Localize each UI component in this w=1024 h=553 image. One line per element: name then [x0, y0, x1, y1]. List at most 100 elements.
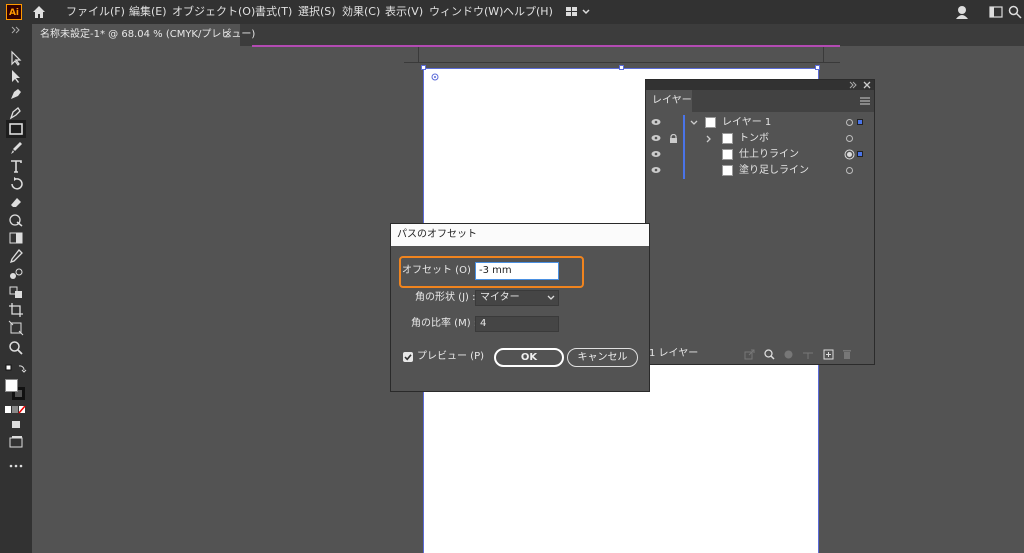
- layer-row[interactable]: トンボ: [646, 131, 874, 147]
- corner-label: 角の形状 (J) :: [415, 292, 476, 303]
- expand-chevron-right-icon[interactable]: [706, 135, 712, 143]
- locate-object-icon[interactable]: [764, 349, 775, 360]
- selection-indicator: [857, 119, 863, 125]
- warp-tool-icon[interactable]: [8, 212, 24, 228]
- menu-object[interactable]: オブジェクト(O): [172, 0, 255, 24]
- home-icon[interactable]: [31, 4, 47, 20]
- curvature-tool-icon[interactable]: [8, 104, 24, 120]
- layer-name: レイヤー 1: [722, 117, 772, 128]
- layer-count: 1 レイヤー: [649, 348, 699, 359]
- pen-tool-icon[interactable]: [8, 86, 24, 102]
- default-colors-icon[interactable]: [5, 364, 27, 374]
- offset-path-dialog: パスのオフセット オフセット (O) : -3 mm 角の形状 (J) : マイ…: [390, 223, 650, 392]
- fill-color-swatch[interactable]: [5, 379, 18, 392]
- offset-input[interactable]: -3 mm: [475, 262, 559, 280]
- workspace-switcher-icon[interactable]: [565, 5, 593, 22]
- document-tab-label: 名称未設定-1* @ 68.04 % (CMYK/プレビュー): [40, 29, 256, 40]
- draw-mode-icon[interactable]: [8, 416, 24, 432]
- checkmark-icon: [404, 354, 412, 361]
- corner-select[interactable]: マイター: [475, 290, 559, 306]
- bounding-box-handle[interactable]: [815, 65, 820, 70]
- collapse-panel-icon[interactable]: [849, 81, 857, 89]
- delete-layer-icon[interactable]: [842, 349, 852, 360]
- menu-type[interactable]: 書式(T): [255, 0, 292, 24]
- artboard-tool-icon[interactable]: [8, 302, 24, 318]
- layer-thumbnail: [722, 165, 733, 176]
- preview-checkbox[interactable]: [403, 352, 413, 362]
- lock-icon[interactable]: [669, 134, 678, 144]
- new-sublayer-icon[interactable]: [802, 349, 814, 360]
- center-point-icon: [431, 73, 439, 81]
- visibility-eye-icon[interactable]: [651, 118, 661, 126]
- close-panel-icon[interactable]: [863, 81, 871, 89]
- target-selected-icon[interactable]: [844, 149, 855, 160]
- bounding-box-handle[interactable]: [619, 65, 624, 70]
- target-circle-icon[interactable]: [846, 135, 853, 142]
- visibility-eye-icon[interactable]: [651, 134, 661, 142]
- more-tools-icon[interactable]: [8, 458, 24, 474]
- tools-panel: [0, 24, 32, 553]
- menu-effect[interactable]: 効果(C): [342, 0, 380, 24]
- selection-guide-line: [252, 45, 840, 47]
- layer-thumbnail: [722, 149, 733, 160]
- document-tab[interactable]: 名称未設定-1* @ 68.04 % (CMYK/プレビュー) ×: [32, 24, 255, 46]
- miter-label: 角の比率 (M) :: [411, 318, 478, 329]
- blend-tool-icon[interactable]: [8, 266, 24, 282]
- target-circle-icon[interactable]: [846, 167, 853, 174]
- panel-menu-icon[interactable]: [860, 97, 870, 105]
- cancel-button[interactable]: キャンセル: [567, 348, 638, 367]
- export-icon[interactable]: [744, 349, 755, 360]
- layer-color-bar: [683, 115, 685, 131]
- gradient-tool-icon[interactable]: [8, 230, 24, 246]
- collapse-panel-icon[interactable]: [11, 26, 21, 34]
- perspective-tool-icon[interactable]: [8, 320, 24, 336]
- target-circle-icon[interactable]: [846, 119, 853, 126]
- visibility-eye-icon[interactable]: [651, 150, 661, 158]
- tab-layers[interactable]: レイヤー: [646, 90, 692, 112]
- eraser-tool-icon[interactable]: [8, 194, 24, 210]
- layer-thumbnail: [722, 133, 733, 144]
- trim-mark-right: [823, 47, 824, 63]
- rectangle-tool-icon[interactable]: [8, 121, 24, 137]
- layers-panel-footer: 1 レイヤー: [646, 344, 874, 364]
- expand-chevron-down-icon[interactable]: [690, 120, 698, 126]
- menu-edit[interactable]: 編集(E): [129, 0, 167, 24]
- direct-selection-tool-icon[interactable]: [8, 50, 24, 66]
- layers-panel: レイヤー レイヤー 1 トンボ 仕上りライン 塗り足しライン 1 レイヤー: [645, 79, 875, 365]
- panel-tab-bar: レイヤー: [646, 90, 874, 112]
- rotate-tool-icon[interactable]: [8, 176, 24, 192]
- zoom-tool-icon[interactable]: [8, 340, 24, 356]
- ok-button[interactable]: OK: [494, 348, 564, 367]
- offset-label: オフセット (O) :: [402, 265, 478, 276]
- menu-help[interactable]: ヘルプ(H): [503, 0, 553, 24]
- panel-layout-icon[interactable]: [989, 5, 1003, 22]
- layer-name: 塗り足しライン: [739, 165, 809, 176]
- type-tool-icon[interactable]: [8, 158, 24, 174]
- close-tab-icon[interactable]: ×: [224, 24, 232, 46]
- layer-row[interactable]: 仕上りライン: [646, 147, 874, 163]
- paintbrush-tool-icon[interactable]: [8, 140, 24, 156]
- new-layer-icon[interactable]: [823, 349, 834, 360]
- layer-row[interactable]: 塗り足しライン: [646, 163, 874, 179]
- color-mode-icon[interactable]: [5, 406, 27, 414]
- shape-builder-tool-icon[interactable]: [8, 284, 24, 300]
- miter-limit-input[interactable]: 4: [475, 316, 559, 332]
- eyedropper-tool-icon[interactable]: [8, 248, 24, 264]
- dialog-title: パスのオフセット: [391, 224, 649, 246]
- screen-mode-icon[interactable]: [8, 434, 24, 450]
- visibility-eye-icon[interactable]: [651, 166, 661, 174]
- app-logo: Ai: [6, 4, 22, 20]
- layer-name: 仕上りライン: [739, 149, 799, 160]
- search-icon[interactable]: [1008, 5, 1022, 22]
- preview-label: プレビュー (P): [417, 351, 485, 362]
- menu-window[interactable]: ウィンドウ(W): [429, 0, 503, 24]
- layer-row[interactable]: レイヤー 1: [646, 115, 874, 131]
- clipping-mask-icon[interactable]: [783, 349, 794, 360]
- menu-file[interactable]: ファイル(F): [66, 0, 125, 24]
- user-account-icon[interactable]: [955, 5, 971, 22]
- menu-view[interactable]: 表示(V): [385, 0, 423, 24]
- selection-tool-icon[interactable]: [8, 68, 24, 84]
- layer-name: トンボ: [739, 133, 769, 144]
- bounding-box-handle[interactable]: [421, 65, 426, 70]
- menu-select[interactable]: 選択(S): [298, 0, 336, 24]
